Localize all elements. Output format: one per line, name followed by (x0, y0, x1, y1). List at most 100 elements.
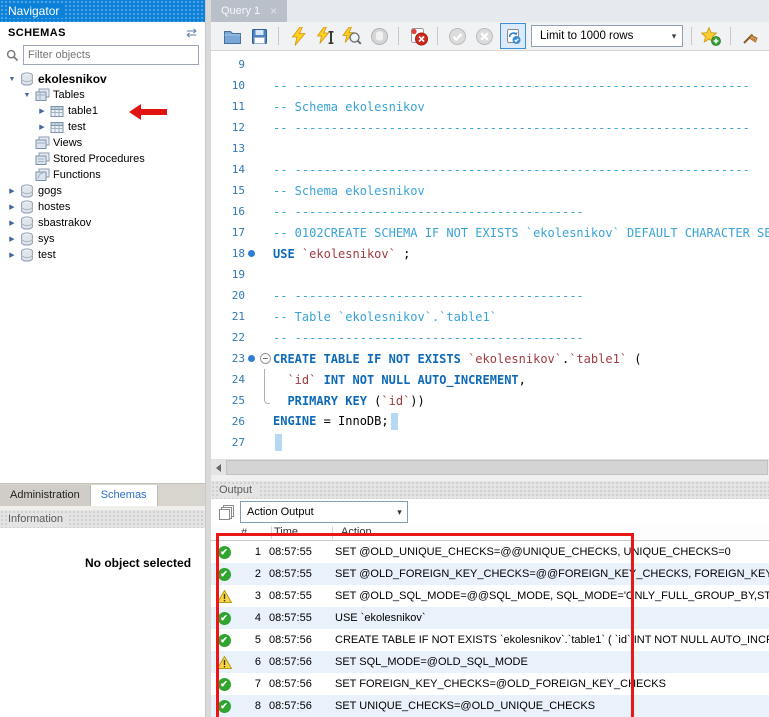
fold-column (257, 117, 273, 138)
rollback-icon[interactable] (473, 25, 495, 47)
expanded-arrow-icon[interactable]: ▼ (6, 76, 18, 83)
refresh-schemas-icon[interactable]: ⇄ (186, 25, 197, 41)
limit-rows-value: Limit to 1000 rows (540, 30, 633, 42)
tree-item-hostes[interactable]: ▶hostes (0, 199, 205, 215)
code-line-24[interactable]: 24 `id` INT NOT NULL AUTO_INCREMENT, (211, 369, 769, 390)
line-number: 19 (211, 268, 245, 281)
tree-item-label: gogs (36, 185, 62, 197)
execute-current-statement-icon[interactable] (314, 25, 336, 47)
action-output-row[interactable]: ✔808:57:56SET UNIQUE_CHECKS=@OLD_UNIQUE_… (211, 695, 769, 717)
information-body: No object selected (0, 556, 205, 717)
action-output-row[interactable]: ✔508:57:56CREATE TABLE IF NOT EXISTS `ek… (211, 629, 769, 651)
code-line-11[interactable]: 11-- Schema ekolesnikov (211, 96, 769, 117)
code-text: -- 0102CREATE SCHEMA IF NOT EXISTS `ekol… (273, 226, 769, 240)
save-snippet-icon[interactable] (700, 25, 722, 47)
row-index: 1 (237, 546, 267, 558)
collapsed-arrow-icon[interactable]: ▶ (6, 203, 18, 211)
tree-item-stored-procedures[interactable]: Stored Procedures (0, 151, 205, 167)
code-line-20[interactable]: 20-- -----------------------------------… (211, 285, 769, 306)
code-line-21[interactable]: 21-- Table `ekolesnikov`.`table1` (211, 306, 769, 327)
stop-query-icon[interactable] (368, 25, 390, 47)
expanded-arrow-icon[interactable]: ▼ (21, 92, 33, 99)
execute-icon[interactable] (287, 25, 309, 47)
tree-item-sbastrakov[interactable]: ▶sbastrakov (0, 215, 205, 231)
no-object-selected-label: No object selected (85, 556, 205, 570)
fold-column (257, 159, 273, 180)
line-number: 18 (211, 247, 245, 260)
toggle-stop-on-error-icon[interactable] (407, 25, 429, 47)
fold-collapse-icon[interactable] (257, 348, 273, 369)
collapsed-arrow-icon[interactable]: ▶ (6, 235, 18, 243)
row-action: USE `ekolesnikov` (327, 612, 769, 624)
tree-item-functions[interactable]: Functions (0, 167, 205, 183)
code-line-19[interactable]: 19 (211, 264, 769, 285)
save-script-icon[interactable] (248, 25, 270, 47)
collapsed-arrow-icon[interactable]: ▶ (6, 251, 18, 259)
tree-item-test[interactable]: ▶test (0, 119, 205, 135)
success-icon: ✔ (211, 546, 237, 559)
action-output-row[interactable]: ✔408:57:55USE `ekolesnikov` (211, 607, 769, 629)
fold-column (257, 75, 273, 96)
limit-rows-select[interactable]: Limit to 1000 rows▾ (531, 25, 683, 47)
tree-item-ekolesnikov[interactable]: ▼ekolesnikov (0, 71, 205, 87)
beautify-script-icon[interactable] (739, 25, 761, 47)
tree-item-label: sys (36, 233, 55, 245)
code-line-14[interactable]: 14-- -----------------------------------… (211, 159, 769, 180)
collapsed-arrow-icon[interactable]: ▶ (36, 107, 48, 115)
editor-hscrollbar[interactable] (211, 459, 769, 475)
collapsed-arrow-icon[interactable]: ▶ (36, 123, 48, 131)
row-time: 08:57:55 (267, 612, 327, 624)
code-text: -- -------------------------------------… (273, 205, 584, 219)
sql-editor[interactable]: 910-- ----------------------------------… (211, 51, 769, 459)
tab-administration[interactable]: Administration (0, 485, 91, 506)
open-script-icon[interactable] (221, 25, 243, 47)
hscroll-thumb[interactable] (226, 460, 768, 475)
row-action: SET FOREIGN_KEY_CHECKS=@OLD_FOREIGN_KEY_… (327, 678, 769, 690)
code-line-10[interactable]: 10-- -----------------------------------… (211, 75, 769, 96)
code-line-23[interactable]: 23CREATE TABLE IF NOT EXISTS `ekolesniko… (211, 348, 769, 369)
toggle-autocommit-icon[interactable] (500, 23, 526, 49)
action-output-row[interactable]: ✔708:57:56SET FOREIGN_KEY_CHECKS=@OLD_FO… (211, 673, 769, 695)
tree-item-views[interactable]: Views (0, 135, 205, 151)
tree-item-sys[interactable]: ▶ sys (0, 231, 205, 247)
code-line-15[interactable]: 15-- Schema ekolesnikov (211, 180, 769, 201)
tree-item-tables[interactable]: ▼Tables (0, 87, 205, 103)
tab-schemas[interactable]: Schemas (91, 485, 158, 506)
commit-icon[interactable] (446, 25, 468, 47)
collapsed-arrow-icon[interactable]: ▶ (6, 219, 18, 227)
code-line-17[interactable]: 17-- 0102CREATE SCHEMA IF NOT EXISTS `ek… (211, 222, 769, 243)
filter-input[interactable] (23, 45, 199, 65)
explain-plan-icon[interactable] (341, 25, 363, 47)
line-number: 27 (211, 436, 245, 449)
code-line-25[interactable]: 25 PRIMARY KEY (`id`)) (211, 390, 769, 411)
editor-toolbar: Limit to 1000 rows▾¶ (211, 22, 769, 51)
collapsed-arrow-icon[interactable]: ▶ (6, 187, 18, 195)
action-output-row[interactable]: 308:57:55SET @OLD_SQL_MODE=@@SQL_MODE, S… (211, 585, 769, 607)
close-tab-icon[interactable]: × (270, 4, 277, 18)
scroll-left-icon[interactable] (211, 460, 226, 475)
code-line-12[interactable]: 12-- -----------------------------------… (211, 117, 769, 138)
action-output-row[interactable]: ✔108:57:55SET @OLD_UNIQUE_CHECKS=@@UNIQU… (211, 541, 769, 563)
code-line-27[interactable]: 27 (211, 432, 769, 453)
action-output-row[interactable]: 608:57:56SET SQL_MODE=@OLD_SQL_MODE (211, 651, 769, 673)
selection-highlight (275, 434, 282, 451)
code-line-9[interactable]: 9 (211, 54, 769, 75)
grid-header: # Time Action (211, 525, 769, 541)
query-panel: Query 1 × Limit to 1000 rows▾¶ 910-- ---… (211, 0, 769, 717)
code-line-13[interactable]: 13 (211, 138, 769, 159)
code-line-22[interactable]: 22-- -----------------------------------… (211, 327, 769, 348)
tree-item-table1[interactable]: ▶table1 (0, 103, 205, 119)
tree-item-test[interactable]: ▶test (0, 247, 205, 263)
grid-header-time: Time (271, 526, 332, 539)
tab-query1[interactable]: Query 1 × (211, 0, 287, 22)
fold-column (257, 264, 273, 285)
output-view-select[interactable]: Action Output ▾ (240, 501, 408, 523)
code-line-16[interactable]: 16-- -----------------------------------… (211, 201, 769, 222)
warning-icon (211, 590, 237, 603)
code-line-18[interactable]: 18USE `ekolesnikov` ; (211, 243, 769, 264)
tree-item-gogs[interactable]: ▶ gogs (0, 183, 205, 199)
line-number: 11 (211, 100, 245, 113)
action-output-row[interactable]: ✔208:57:55SET @OLD_FOREIGN_KEY_CHECKS=@@… (211, 563, 769, 585)
code-line-26[interactable]: 26ENGINE = InnoDB; (211, 411, 769, 432)
row-time: 08:57:55 (267, 546, 327, 558)
